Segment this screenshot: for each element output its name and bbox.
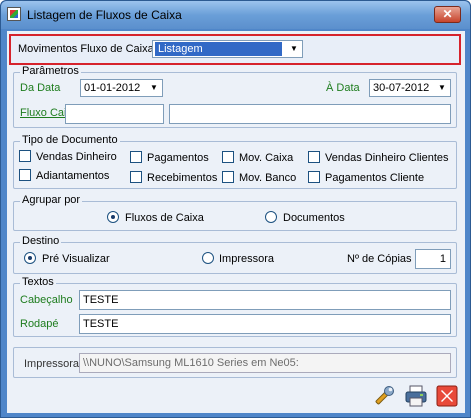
checkbox-label: Recebimentos [147, 172, 218, 184]
a-data-label: À Data [326, 82, 360, 94]
parametros-legend: Parâmetros [20, 65, 81, 77]
tipo-documento-legend: Tipo de Documento [20, 134, 120, 146]
checkbox-label: Adiantamentos [36, 170, 110, 182]
window-title: Listagem de Fluxos de Caixa [27, 8, 182, 22]
radio-pre-visualizar[interactable] [24, 252, 36, 264]
radio-label: Documentos [283, 212, 345, 224]
copias-input[interactable]: 1 [415, 249, 451, 269]
checkbox-recebimentos[interactable] [130, 171, 142, 183]
cabecalho-input[interactable]: TESTE [79, 290, 451, 310]
impressora-field: \\NUNO\Samsung ML1610 Series em Ne05: [79, 353, 451, 373]
destino-legend: Destino [20, 235, 62, 247]
checkbox-label: Pagamentos Cliente [325, 172, 425, 184]
da-data-value: 01-01-2012 [84, 82, 141, 94]
close-x-icon[interactable] [435, 384, 459, 408]
fluxo-caixa-code-input[interactable] [65, 104, 164, 124]
checkbox-pagamentos[interactable] [130, 151, 142, 163]
movimentos-select-value: Listagem [155, 42, 282, 56]
title-bar[interactable]: Listagem de Fluxos de Caixa ✕ [1, 1, 470, 29]
movimentos-select[interactable]: Listagem ▼ [152, 40, 303, 58]
checkbox-label: Vendas Dinheiro [36, 151, 117, 163]
radio-impressora[interactable] [202, 252, 214, 264]
radio-fluxos-de-caixa[interactable] [107, 211, 119, 223]
radio-documentos[interactable] [265, 211, 277, 223]
checkbox-label: Pagamentos [147, 152, 209, 164]
copias-label: Nº de Cópias [347, 253, 412, 265]
a-data-picker[interactable]: 30-07-2012 ▼ [369, 79, 451, 97]
checkbox-pagamentos-cliente[interactable] [308, 171, 320, 183]
radio-label: Pré Visualizar [42, 253, 110, 265]
a-data-value: 30-07-2012 [373, 82, 430, 94]
radio-label: Impressora [219, 253, 275, 265]
checkbox-mov-caixa[interactable] [222, 151, 234, 163]
textos-legend: Textos [20, 276, 56, 288]
radio-label: Fluxos de Caixa [125, 212, 204, 224]
checkbox-label: Vendas Dinheiro Clientes [325, 152, 449, 164]
chevron-down-icon[interactable]: ▼ [147, 81, 161, 95]
checkbox-label: Mov. Banco [239, 172, 297, 184]
chevron-down-icon[interactable]: ▼ [435, 81, 449, 95]
movimentos-label: Movimentos Fluxo de Caixa [18, 43, 154, 55]
rodape-label: Rodapé [20, 318, 59, 330]
da-data-label: Da Data [20, 82, 61, 94]
checkbox-label: Mov. Caixa [239, 152, 294, 164]
fluxo-caixa-description-input[interactable] [169, 104, 451, 124]
checkbox-vendas-dinheiro-clientes[interactable] [308, 151, 320, 163]
rodape-input[interactable]: TESTE [79, 314, 451, 334]
chevron-down-icon[interactable]: ▼ [287, 42, 301, 56]
checkbox-vendas-dinheiro[interactable] [19, 150, 31, 162]
checkbox-mov-banco[interactable] [222, 171, 234, 183]
window-close-button[interactable]: ✕ [434, 6, 461, 23]
da-data-picker[interactable]: 01-01-2012 ▼ [80, 79, 163, 97]
checkbox-adiantamentos[interactable] [19, 169, 31, 181]
app-icon [7, 7, 21, 21]
printer-icon[interactable] [404, 384, 428, 408]
impressora-label: Impressora [24, 358, 80, 370]
cabecalho-label: Cabeçalho [20, 294, 73, 306]
agrupar-legend: Agrupar por [20, 194, 83, 206]
wrench-icon[interactable] [372, 384, 396, 408]
